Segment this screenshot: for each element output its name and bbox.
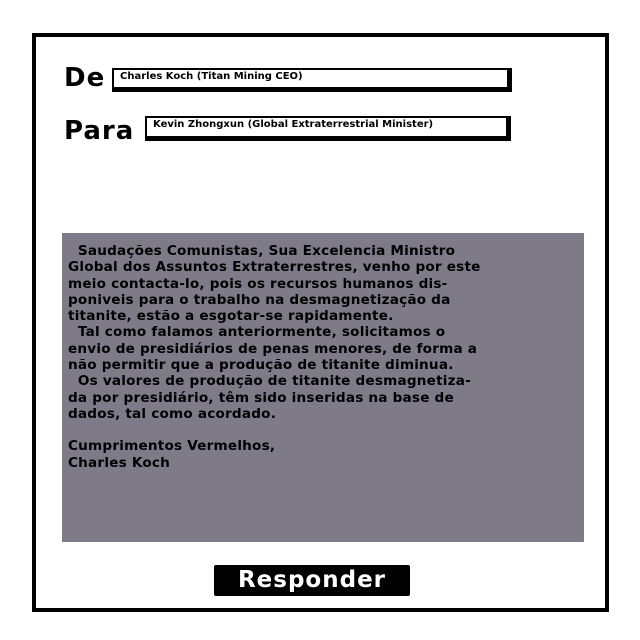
from-label: De [64, 63, 106, 93]
reply-button[interactable]: Responder [214, 565, 410, 596]
message-line: meio contacta-lo, pois os recursos human… [68, 275, 448, 292]
message-line: Global dos Assuntos Extraterrestres, ven… [68, 259, 481, 276]
message-line: Tal como falamos anteriormente, solicita… [68, 324, 446, 341]
message-line: dados, tal como acordado. [68, 405, 277, 422]
message-line: Os valores de produção de titanite desma… [68, 373, 471, 390]
message-line: da por presidiário, têm sido inseridas n… [68, 389, 454, 406]
message-line: Saudações Comunistas, Sua Excelencia Min… [68, 243, 456, 259]
message-line: não permitir que a produção de titanite … [68, 357, 454, 374]
message-line: poniveis para o trabalho na desmagnetiza… [68, 291, 451, 308]
message-signature: Charles Koch [68, 454, 171, 471]
message-closing: Cumprimentos Vermelhos, [68, 438, 276, 455]
from-field: Charles Koch (Titan Mining CEO) [112, 68, 512, 92]
to-field: Kevin Zhongxun (Global Extraterrestrial … [145, 116, 511, 141]
message-line: titanite, estão a esgotar-se rapidamente… [68, 308, 394, 325]
to-label: Para [64, 116, 135, 146]
message-body: Saudações Comunistas, Sua Excelencia Min… [62, 233, 584, 542]
message-window: De Charles Koch (Titan Mining CEO) Para … [32, 33, 609, 612]
message-line: envio de presidiários de penas menores, … [68, 340, 478, 357]
